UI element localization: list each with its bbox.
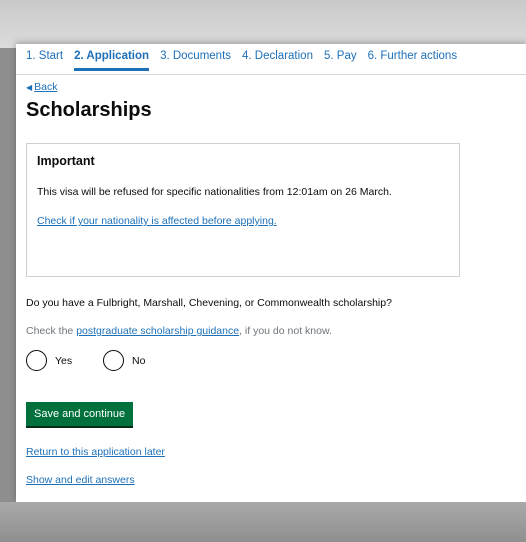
window-top-shade (0, 0, 526, 48)
important-heading: Important (37, 154, 95, 168)
step-pay[interactable]: 5. Pay (324, 50, 357, 71)
step-navigation-divider (16, 74, 526, 75)
important-text: This visa will be refused for specific n… (37, 186, 392, 198)
show-edit-answers-link[interactable]: Show and edit answers (26, 474, 135, 486)
back-triangle-icon: ◀ (26, 83, 33, 92)
back-link[interactable]: ◀ Back (26, 81, 58, 93)
step-documents[interactable]: 3. Documents (160, 50, 231, 71)
important-panel: Important This visa will be refused for … (26, 143, 460, 277)
hint-text-after: , if you do not know. (239, 325, 332, 337)
radio-yes-label[interactable]: Yes (55, 355, 72, 367)
step-start[interactable]: 1. Start (26, 50, 63, 71)
scholarship-guidance-link[interactable]: postgraduate scholarship guidance (76, 325, 239, 337)
step-declaration[interactable]: 4. Declaration (242, 50, 313, 71)
step-application-current[interactable]: 2. Application (74, 50, 150, 71)
scholarship-question: Do you have a Fulbright, Marshall, Cheve… (26, 297, 392, 309)
radio-yes[interactable]: Yes (26, 350, 72, 371)
step-further-actions[interactable]: 6. Further actions (368, 50, 457, 71)
nationality-check-link[interactable]: Check if your nationality is affected be… (37, 215, 277, 227)
radio-no-label[interactable]: No (132, 355, 145, 367)
window-bottom-shade (0, 502, 526, 542)
return-later-link[interactable]: Return to this application later (26, 446, 165, 458)
page-title: Scholarships (26, 99, 152, 121)
hint-text-before: Check the (26, 325, 77, 337)
save-and-continue-button[interactable]: Save and continue (26, 402, 134, 426)
question-hint: Check the postgraduate scholarship guida… (26, 325, 332, 337)
radio-yes-circle[interactable] (26, 350, 47, 371)
application-page: 1. Start 2. Application 3. Documents 4. … (16, 44, 526, 502)
radio-no-circle[interactable] (103, 350, 124, 371)
step-navigation: 1. Start 2. Application 3. Documents 4. … (26, 50, 526, 71)
radio-no[interactable]: No (103, 350, 145, 371)
back-link-label: Back (34, 81, 58, 93)
